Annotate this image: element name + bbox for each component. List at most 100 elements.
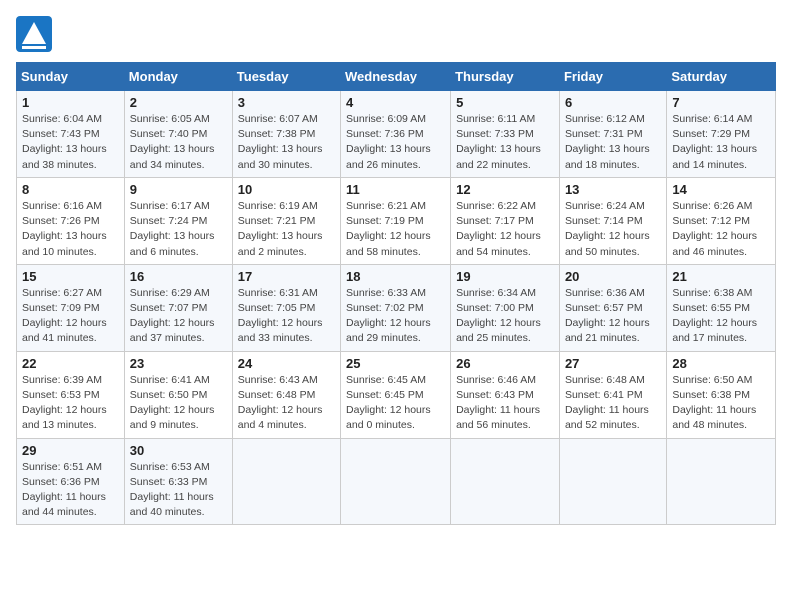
calendar-table: SundayMondayTuesdayWednesdayThursdayFrid…: [16, 62, 776, 525]
day-number: 27: [565, 356, 661, 371]
cell-info: Sunrise: 6:51 AMSunset: 6:36 PMDaylight:…: [22, 460, 119, 521]
day-number: 22: [22, 356, 119, 371]
calendar-cell: 8 Sunrise: 6:16 AMSunset: 7:26 PMDaylight…: [17, 177, 125, 264]
day-number: 23: [130, 356, 227, 371]
calendar-cell: 29 Sunrise: 6:51 AMSunset: 6:36 PMDayligh…: [17, 438, 125, 525]
calendar-cell: 22 Sunrise: 6:39 AMSunset: 6:53 PMDayligh…: [17, 351, 125, 438]
column-header-tuesday: Tuesday: [232, 63, 340, 91]
column-header-sunday: Sunday: [17, 63, 125, 91]
column-header-monday: Monday: [124, 63, 232, 91]
calendar-cell: 10Sunrise: 6:19 AMSunset: 7:21 PMDayligh…: [232, 177, 340, 264]
day-number: 12: [456, 182, 554, 197]
calendar-cell: 19 Sunrise: 6:34 AMSunset: 7:00 PMDayligh…: [451, 264, 560, 351]
calendar-week-3: 15 Sunrise: 6:27 AMSunset: 7:09 PMDayligh…: [17, 264, 776, 351]
day-number: 30: [130, 443, 227, 458]
calendar-cell: [451, 438, 560, 525]
day-number: 26: [456, 356, 554, 371]
cell-info: Sunrise: 6:21 AMSunset: 7:19 PMDaylight:…: [346, 199, 445, 260]
day-number: 25: [346, 356, 445, 371]
calendar-cell: 27 Sunrise: 6:48 AMSunset: 6:41 PMDayligh…: [559, 351, 666, 438]
column-header-saturday: Saturday: [667, 63, 776, 91]
cell-info: Sunrise: 6:29 AMSunset: 7:07 PMDaylight:…: [130, 286, 227, 347]
calendar-cell: 12 Sunrise: 6:22 AMSunset: 7:17 PMDayligh…: [451, 177, 560, 264]
calendar-header: SundayMondayTuesdayWednesdayThursdayFrid…: [17, 63, 776, 91]
calendar-cell: 16 Sunrise: 6:29 AMSunset: 7:07 PMDayligh…: [124, 264, 232, 351]
day-number: 19: [456, 269, 554, 284]
cell-info: Sunrise: 6:45 AMSunset: 6:45 PMDaylight:…: [346, 373, 445, 434]
calendar-cell: 21Sunrise: 6:38 AMSunset: 6:55 PMDayligh…: [667, 264, 776, 351]
day-number: 18: [346, 269, 445, 284]
cell-info: Sunrise: 6:14 AMSunset: 7:29 PMDaylight:…: [672, 112, 770, 173]
logo: [16, 16, 60, 52]
calendar-cell: 11 Sunrise: 6:21 AMSunset: 7:19 PMDayligh…: [341, 177, 451, 264]
day-number: 15: [22, 269, 119, 284]
day-number: 5: [456, 95, 554, 110]
cell-info: Sunrise: 6:09 AMSunset: 7:36 PMDaylight:…: [346, 112, 445, 173]
day-number: 29: [22, 443, 119, 458]
calendar-cell: 18 Sunrise: 6:33 AMSunset: 7:02 PMDayligh…: [341, 264, 451, 351]
cell-info: Sunrise: 6:17 AMSunset: 7:24 PMDaylight:…: [130, 199, 227, 260]
calendar-cell: 5 Sunrise: 6:11 AMSunset: 7:33 PMDaylight…: [451, 91, 560, 178]
cell-info: Sunrise: 6:33 AMSunset: 7:02 PMDaylight:…: [346, 286, 445, 347]
cell-info: Sunrise: 6:05 AMSunset: 7:40 PMDaylight:…: [130, 112, 227, 173]
column-header-thursday: Thursday: [451, 63, 560, 91]
day-number: 17: [238, 269, 335, 284]
cell-info: Sunrise: 6:22 AMSunset: 7:17 PMDaylight:…: [456, 199, 554, 260]
page-header: [16, 16, 776, 52]
day-number: 3: [238, 95, 335, 110]
day-number: 28: [672, 356, 770, 371]
column-header-wednesday: Wednesday: [341, 63, 451, 91]
cell-info: Sunrise: 6:07 AMSunset: 7:38 PMDaylight:…: [238, 112, 335, 173]
day-number: 10: [238, 182, 335, 197]
calendar-cell: 30 Sunrise: 6:53 AMSunset: 6:33 PMDayligh…: [124, 438, 232, 525]
cell-info: Sunrise: 6:34 AMSunset: 7:00 PMDaylight:…: [456, 286, 554, 347]
column-header-friday: Friday: [559, 63, 666, 91]
cell-info: Sunrise: 6:31 AMSunset: 7:05 PMDaylight:…: [238, 286, 335, 347]
calendar-cell: 3 Sunrise: 6:07 AMSunset: 7:38 PMDaylight…: [232, 91, 340, 178]
calendar-cell: 25 Sunrise: 6:45 AMSunset: 6:45 PMDayligh…: [341, 351, 451, 438]
calendar-cell: 1 Sunrise: 6:04 AMSunset: 7:43 PMDaylight…: [17, 91, 125, 178]
day-number: 14: [672, 182, 770, 197]
cell-info: Sunrise: 6:53 AMSunset: 6:33 PMDaylight:…: [130, 460, 227, 521]
day-number: 8: [22, 182, 119, 197]
day-number: 2: [130, 95, 227, 110]
cell-info: Sunrise: 6:27 AMSunset: 7:09 PMDaylight:…: [22, 286, 119, 347]
calendar-cell: 17 Sunrise: 6:31 AMSunset: 7:05 PMDayligh…: [232, 264, 340, 351]
calendar-cell: 2 Sunrise: 6:05 AMSunset: 7:40 PMDaylight…: [124, 91, 232, 178]
day-number: 20: [565, 269, 661, 284]
calendar-cell: 9 Sunrise: 6:17 AMSunset: 7:24 PMDaylight…: [124, 177, 232, 264]
cell-info: Sunrise: 6:50 AMSunset: 6:38 PMDaylight:…: [672, 373, 770, 434]
calendar-cell: 4 Sunrise: 6:09 AMSunset: 7:36 PMDaylight…: [341, 91, 451, 178]
logo-icon: [16, 16, 52, 52]
cell-info: Sunrise: 6:16 AMSunset: 7:26 PMDaylight:…: [22, 199, 119, 260]
day-number: 9: [130, 182, 227, 197]
day-number: 1: [22, 95, 119, 110]
day-number: 7: [672, 95, 770, 110]
calendar-week-5: 29 Sunrise: 6:51 AMSunset: 6:36 PMDayligh…: [17, 438, 776, 525]
cell-info: Sunrise: 6:41 AMSunset: 6:50 PMDaylight:…: [130, 373, 227, 434]
day-number: 16: [130, 269, 227, 284]
calendar-cell: 6 Sunrise: 6:12 AMSunset: 7:31 PMDaylight…: [559, 91, 666, 178]
cell-info: Sunrise: 6:04 AMSunset: 7:43 PMDaylight:…: [22, 112, 119, 173]
day-number: 6: [565, 95, 661, 110]
cell-info: Sunrise: 6:43 AMSunset: 6:48 PMDaylight:…: [238, 373, 335, 434]
calendar-cell: 13Sunrise: 6:24 AMSunset: 7:14 PMDayligh…: [559, 177, 666, 264]
calendar-week-4: 22 Sunrise: 6:39 AMSunset: 6:53 PMDayligh…: [17, 351, 776, 438]
day-number: 4: [346, 95, 445, 110]
cell-info: Sunrise: 6:48 AMSunset: 6:41 PMDaylight:…: [565, 373, 661, 434]
calendar-cell: [667, 438, 776, 525]
cell-info: Sunrise: 6:36 AMSunset: 6:57 PMDaylight:…: [565, 286, 661, 347]
day-number: 24: [238, 356, 335, 371]
cell-info: Sunrise: 6:26 AMSunset: 7:12 PMDaylight:…: [672, 199, 770, 260]
cell-info: Sunrise: 6:12 AMSunset: 7:31 PMDaylight:…: [565, 112, 661, 173]
cell-info: Sunrise: 6:24 AMSunset: 7:14 PMDaylight:…: [565, 199, 661, 260]
cell-info: Sunrise: 6:38 AMSunset: 6:55 PMDaylight:…: [672, 286, 770, 347]
cell-info: Sunrise: 6:11 AMSunset: 7:33 PMDaylight:…: [456, 112, 554, 173]
calendar-cell: [559, 438, 666, 525]
calendar-cell: 28 Sunrise: 6:50 AMSunset: 6:38 PMDayligh…: [667, 351, 776, 438]
calendar-cell: 20 Sunrise: 6:36 AMSunset: 6:57 PMDayligh…: [559, 264, 666, 351]
cell-info: Sunrise: 6:39 AMSunset: 6:53 PMDaylight:…: [22, 373, 119, 434]
calendar-cell: [232, 438, 340, 525]
calendar-cell: 14 Sunrise: 6:26 AMSunset: 7:12 PMDayligh…: [667, 177, 776, 264]
day-number: 11: [346, 182, 445, 197]
